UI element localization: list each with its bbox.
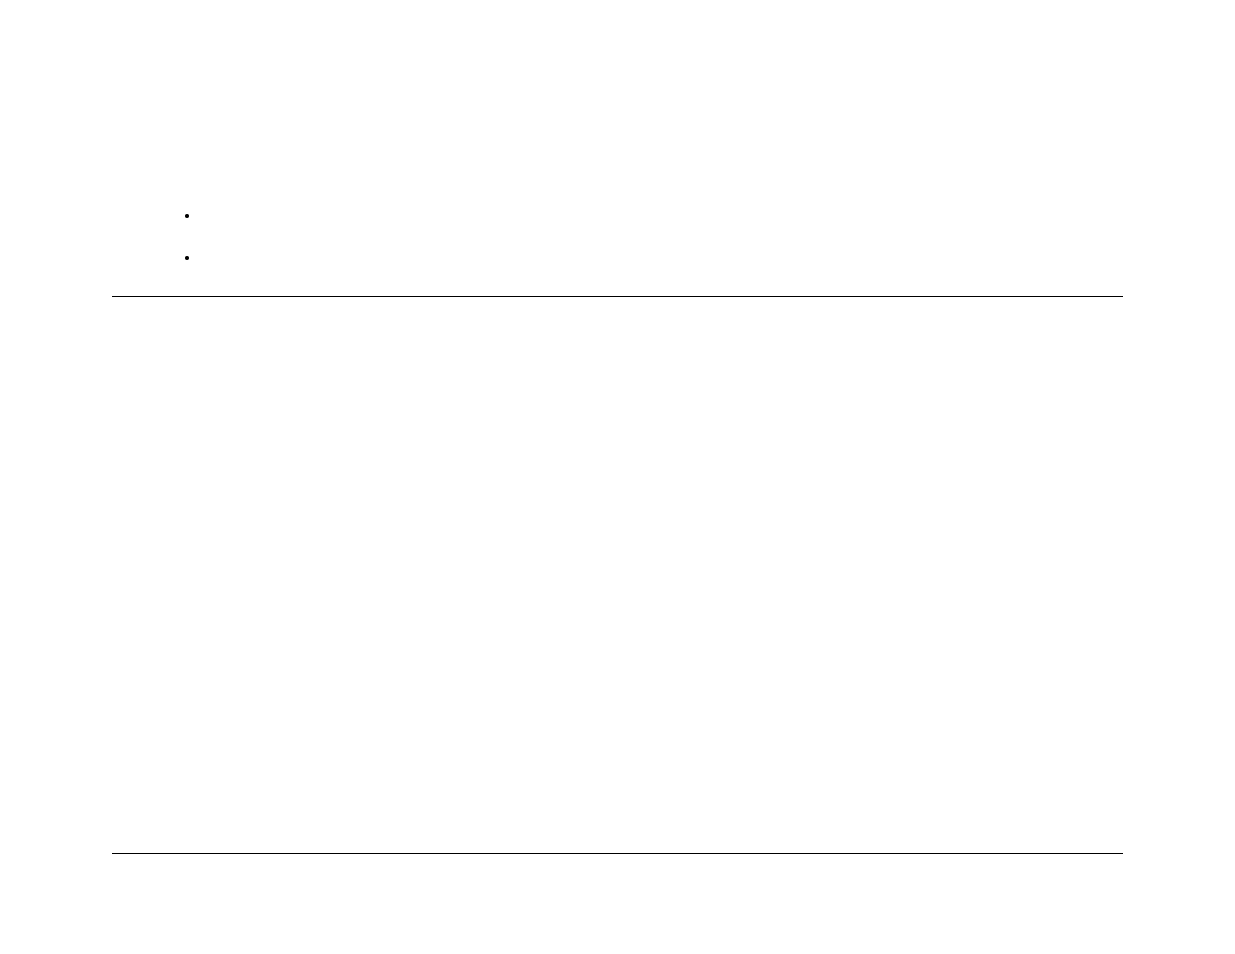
horizontal-rule (112, 296, 1123, 297)
horizontal-rule (112, 853, 1123, 854)
page-content (112, 0, 1123, 954)
